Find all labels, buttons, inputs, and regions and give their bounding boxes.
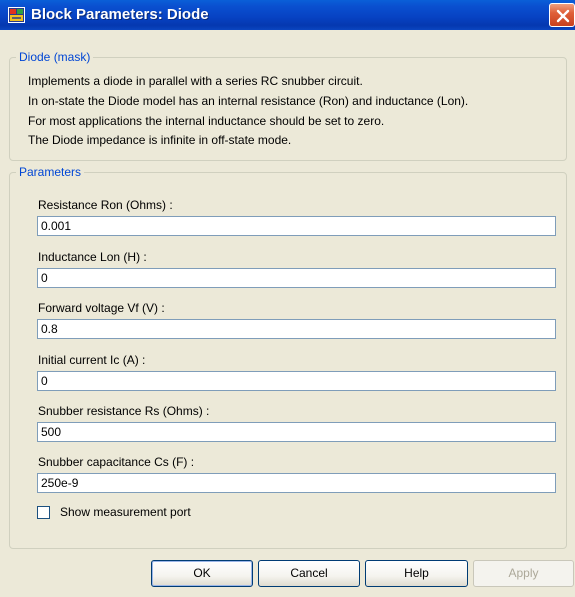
snubber-capacitance-label: Snubber capacitance Cs (F) : <box>38 455 195 469</box>
snubber-resistance-input[interactable] <box>37 422 556 442</box>
snubber-resistance-label: Snubber resistance Rs (Ohms) : <box>38 404 210 418</box>
show-measurement-port-checkbox[interactable] <box>37 506 50 519</box>
initial-current-input[interactable] <box>37 371 556 391</box>
inductance-lon-label: Inductance Lon (H) : <box>38 250 147 264</box>
help-button[interactable]: Help <box>365 560 468 587</box>
show-measurement-port-label: Show measurement port <box>60 505 191 519</box>
resistance-ron-label: Resistance Ron (Ohms) : <box>38 198 173 212</box>
parameters-group-legend: Parameters <box>16 165 85 179</box>
description-line: For most applications the internal induc… <box>28 114 385 128</box>
ok-button[interactable]: OK <box>151 560 253 587</box>
window-title: Block Parameters: Diode <box>31 6 209 23</box>
title-bar[interactable]: Block Parameters: Diode <box>0 0 575 30</box>
inductance-lon-input[interactable] <box>37 268 556 288</box>
apply-button[interactable]: Apply <box>473 560 574 587</box>
dialog-window: Block Parameters: Diode Diode (mask) Imp… <box>0 0 575 597</box>
simulink-block-icon <box>8 7 25 23</box>
mask-group-legend: Diode (mask) <box>16 50 94 64</box>
close-icon <box>556 9 570 23</box>
initial-current-label: Initial current Ic (A) : <box>38 353 146 367</box>
description-line: Implements a diode in parallel with a se… <box>28 74 363 88</box>
description-line: In on-state the Diode model has an inter… <box>28 94 469 108</box>
close-button[interactable] <box>549 3 575 27</box>
resistance-ron-input[interactable] <box>37 216 556 236</box>
forward-voltage-input[interactable] <box>37 319 556 339</box>
forward-voltage-label: Forward voltage Vf (V) : <box>38 301 165 315</box>
snubber-capacitance-input[interactable] <box>37 473 556 493</box>
description-line: The Diode impedance is infinite in off-s… <box>28 133 292 147</box>
cancel-button[interactable]: Cancel <box>258 560 360 587</box>
